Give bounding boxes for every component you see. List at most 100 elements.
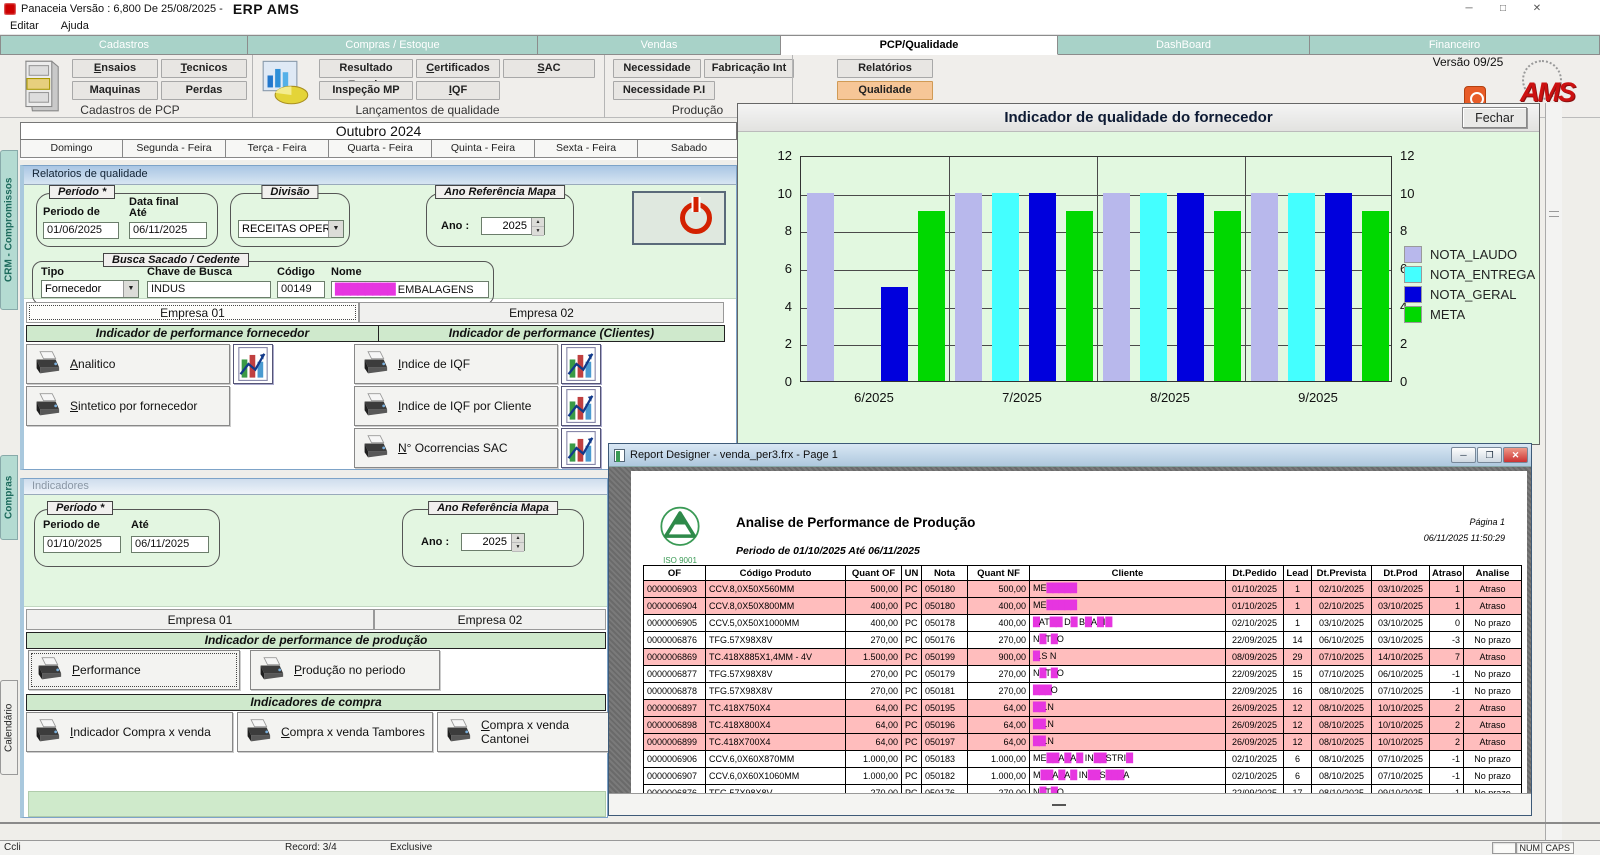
periodo2-ate-field[interactable]: 06/11/2025	[131, 536, 209, 553]
spin-down-icon[interactable]: ▼	[512, 543, 524, 552]
certificados-button[interactable]: Certificados	[416, 59, 500, 78]
necessidade-p-i-button[interactable]: Necessidade P.I	[613, 81, 715, 100]
spin-down-icon[interactable]: ▼	[532, 227, 544, 236]
ensaios-button[interactable]: Ensaios	[72, 59, 158, 78]
sac-button[interactable]: SAC	[503, 59, 595, 78]
cell: PC	[901, 648, 922, 666]
calendar-day-quarta-feira[interactable]: Quarta - Feira	[329, 140, 432, 158]
empresa-tabs-2: Empresa 01 Empresa 02	[26, 609, 606, 630]
right-scroll-gutter[interactable]	[1545, 103, 1562, 840]
produ-o-no-periodo-button[interactable]: Produção no periodo	[250, 650, 440, 690]
cell: 2	[1429, 699, 1464, 717]
sidebar-tab-crm-compromissos[interactable]: CRM - Compromissos	[0, 150, 18, 310]
spin-up-icon[interactable]: ▲	[512, 534, 524, 543]
calendar-day-sexta-feira[interactable]: Sexta - Feira	[535, 140, 638, 158]
necessidade-button[interactable]: Necessidade	[613, 59, 701, 78]
sintetico-por-fornecedor-button[interactable]: Sintetico por fornecedor	[26, 386, 230, 426]
tecnicos-button[interactable]: Tecnicos	[161, 59, 247, 78]
inspe-o-mp-button[interactable]: Inspeção MP	[319, 81, 413, 100]
tab-empresa-01[interactable]: Empresa 01	[26, 302, 359, 323]
chart-bar-nota-laudo	[807, 193, 834, 381]
tab-dashboard[interactable]: DashBoard	[1058, 35, 1310, 55]
cell: 7	[1429, 648, 1464, 666]
chart-icon-button[interactable]	[233, 344, 273, 384]
tab-empresa-02[interactable]: Empresa 02	[359, 302, 724, 323]
menu-ajuda[interactable]: Ajuda	[61, 20, 89, 32]
chart-icon-button[interactable]	[561, 428, 601, 468]
maquinas-button[interactable]: Maquinas	[72, 81, 158, 100]
ano-spinner[interactable]: 2025 ▲ ▼	[481, 217, 545, 236]
indice-de-iqf-button[interactable]: Indice de IQF	[354, 344, 558, 384]
compra-x-venda-cantonei-button[interactable]: Compra x venda Cantonei	[437, 712, 610, 752]
sidebar-tab-compras[interactable]: Compras	[0, 455, 18, 540]
divisao-select[interactable]: RECEITAS OPERAC ▼	[238, 220, 344, 238]
periodo2-de-field[interactable]: 01/10/2025	[43, 536, 121, 553]
tab-vendas[interactable]: Vendas	[538, 35, 781, 55]
y-tick-label: 12	[1400, 148, 1415, 163]
compra-x-venda-tambores-button[interactable]: Compra x venda Tambores	[237, 712, 433, 752]
indice-de-iqf-por-cliente-button[interactable]: Indice de IQF por Cliente	[354, 386, 558, 426]
minimize-icon[interactable]: ─	[1451, 447, 1476, 463]
fabrica-o-int-button[interactable]: Fabricação Int	[704, 59, 794, 78]
scrollbar-thumb[interactable]	[1051, 804, 1066, 806]
codigo-field[interactable]: 00149	[277, 281, 325, 298]
tab-financeiro[interactable]: Financeiro	[1310, 35, 1600, 55]
n-ocorrencias-sac-button[interactable]: N° Ocorrencias SAC	[354, 428, 558, 468]
calendar-day-quinta-feira[interactable]: Quinta - Feira	[432, 140, 535, 158]
fechar-button[interactable]: Fechar	[1462, 107, 1527, 128]
chart-icon-button[interactable]	[561, 344, 601, 384]
tipo-select[interactable]: Fornecedor ▼	[41, 280, 139, 298]
calendar-day-domingo[interactable]: Domingo	[20, 140, 123, 158]
menu-editar[interactable]: Editar	[10, 20, 39, 32]
table-row: 0000006903 CCV.8,0X50X560MM 500,00 PC 050180…	[643, 580, 1522, 598]
spin-up-icon[interactable]: ▲	[532, 218, 544, 227]
report-page: ISO 9001 Analise de Performance de Produ…	[631, 471, 1527, 793]
sidebar-tab-calendario[interactable]: Calendário	[0, 680, 18, 775]
minimize-icon[interactable]: ─	[1458, 1, 1480, 16]
calendar-day-segunda-feira[interactable]: Segunda - Feira	[123, 140, 226, 158]
chart-icon-button[interactable]	[561, 386, 601, 426]
close-icon[interactable]: ✕	[1526, 1, 1548, 16]
iqf-button[interactable]: IQF	[416, 81, 500, 100]
legend-entry-meta: META	[1404, 306, 1535, 323]
calendar-day-ter-a-feira[interactable]: Terça - Feira	[226, 140, 329, 158]
report-window-titlebar[interactable]: Report Designer - venda_per3.frx - Page …	[609, 444, 1531, 467]
periodo-de-field[interactable]: 01/06/2025	[43, 222, 119, 239]
tab-empresa-01[interactable]: Empresa 01	[26, 609, 374, 630]
cell: 12	[1283, 733, 1312, 751]
horizontal-scrollbar[interactable]	[609, 793, 1531, 815]
quality-reports-panel: Relatorios de qualidade Período * Period…	[20, 165, 737, 470]
tab-pcp-qualidade[interactable]: PCP/Qualidade	[781, 35, 1058, 55]
indicador-compra-x-venda-button[interactable]: Indicador Compra x venda	[26, 712, 233, 752]
cell: PC	[901, 665, 922, 683]
chave-busca-field[interactable]: INDUS	[147, 281, 271, 298]
cell: CCV.8,0X50X560MM	[705, 580, 846, 598]
table-row: 0000006898 TC.418X800X4 64,00 PC 050196 64,00…	[643, 716, 1522, 734]
performance-button[interactable]: Performance	[28, 650, 240, 690]
close-icon[interactable]: ✕	[1503, 447, 1528, 463]
cell: Atraso	[1463, 597, 1522, 615]
tab-cadastros[interactable]: Cadastros	[0, 35, 248, 55]
resultado-ensaio-button[interactable]: Resultado Ensaio	[319, 59, 413, 91]
restore-icon[interactable]: ❐	[1477, 447, 1502, 463]
tab-compras-estoque[interactable]: Compras / Estoque	[248, 35, 538, 55]
chevron-down-icon[interactable]: ▼	[328, 221, 343, 237]
data-final-field[interactable]: 06/11/2025	[129, 222, 207, 239]
relat-rios-button[interactable]: Relatórios	[837, 59, 933, 78]
cell: ME█████	[1029, 597, 1226, 615]
ano2-spinner[interactable]: 2025 ▲ ▼	[461, 533, 525, 552]
group-separator	[949, 157, 950, 381]
chart-bar-meta	[1066, 211, 1093, 381]
maximize-icon[interactable]: □	[1492, 1, 1514, 16]
nome-field[interactable]: ████████ EMBALAGENS	[331, 281, 489, 298]
calendar-day-sabado[interactable]: Sabado	[638, 140, 737, 158]
analitico-button[interactable]: Analitico	[26, 344, 230, 384]
section-performance-clientes: Indicador de performance (Clientes)	[378, 326, 724, 341]
cell: 0000006897	[643, 699, 706, 717]
qualidade-button[interactable]: Qualidade	[837, 81, 933, 100]
report-table: OF Código Produto Quant OF UN Nota Quant NF Cl…	[643, 565, 1522, 793]
tab-empresa-02[interactable]: Empresa 02	[374, 609, 606, 630]
exit-button[interactable]	[632, 191, 726, 245]
chevron-down-icon[interactable]: ▼	[123, 281, 138, 297]
perdas-button[interactable]: Perdas	[161, 81, 247, 100]
